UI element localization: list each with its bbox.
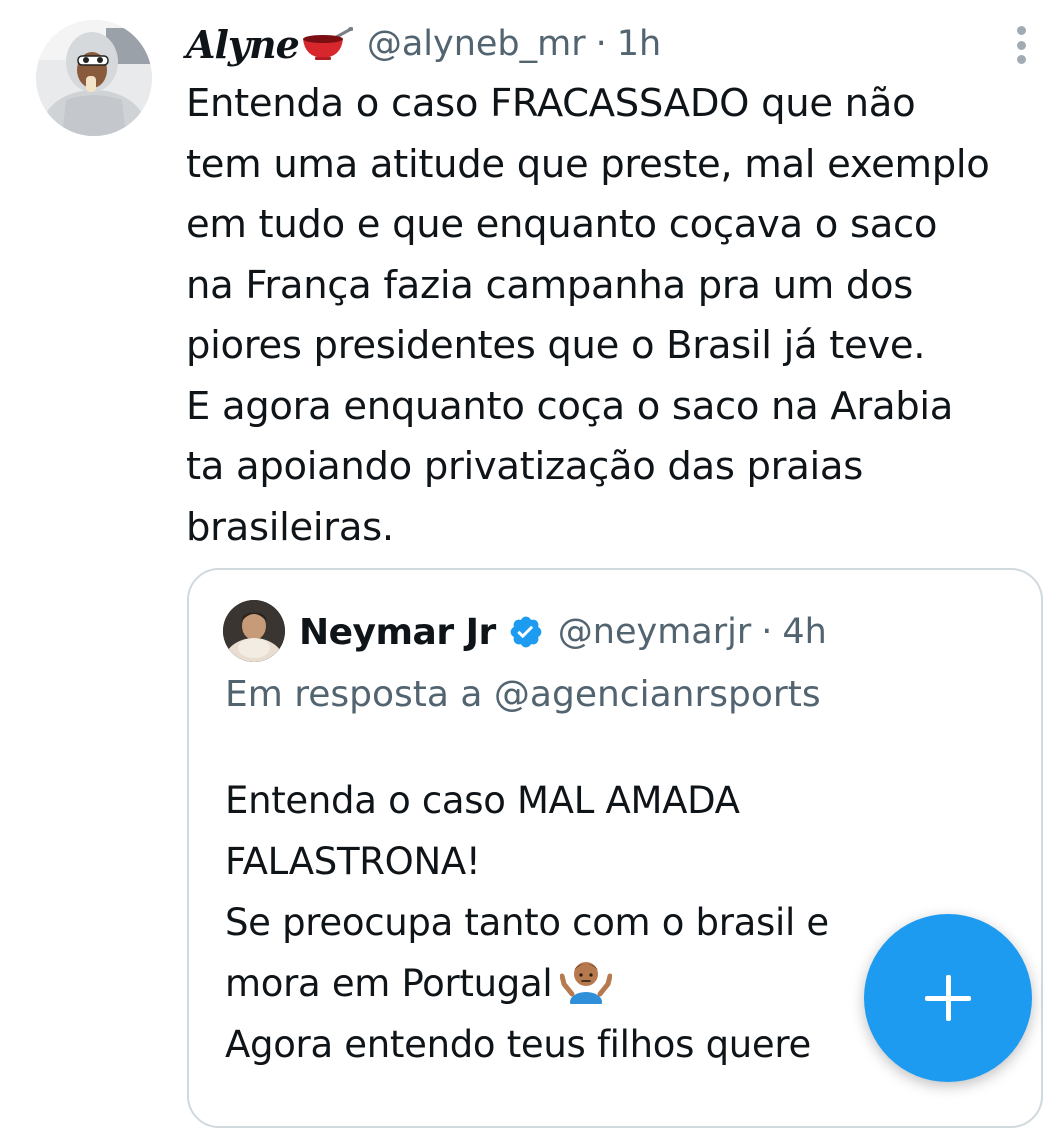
tweet-text-line: piores presidentes que o Brasil já teve.	[186, 323, 926, 368]
quoted-author-avatar	[223, 600, 285, 662]
quoted-text-line: FALASTRONA!	[225, 840, 481, 883]
quoted-author-display-name[interactable]: Neymar Jr	[299, 612, 496, 653]
red-bowl-icon	[301, 27, 354, 61]
tweet-header: Alyne @alyneb_mr · 1h	[186, 16, 661, 72]
tweet-text-line: ta apoiando privatização das praias	[186, 444, 863, 489]
tweet-text-line: Entenda o caso FRACASSADO que não	[186, 81, 916, 126]
quoted-tweet-timestamp[interactable]: 4h	[782, 612, 826, 652]
quoted-author-handle[interactable]: @neymarjr	[558, 612, 751, 652]
verified-badge-icon	[508, 614, 544, 650]
author-avatar[interactable]	[36, 20, 152, 136]
tweet-text-line: na França fazia campanha pra um dos	[186, 262, 913, 308]
vertical-dots-icon[interactable]	[1006, 22, 1036, 68]
tweet-timestamp[interactable]: 1h	[617, 24, 661, 64]
tweet-text-line: E agora enquanto coça o saco na Arabia	[186, 383, 954, 429]
plus-icon	[921, 971, 975, 1025]
tweet-text-line: tem uma atitude que preste, mal exemplo	[186, 141, 990, 187]
quoted-text-line: Entenda o caso MAL AMADA	[225, 779, 740, 822]
quoted-header-separator: ·	[761, 612, 773, 652]
author-handle[interactable]: @alyneb_mr	[367, 24, 586, 64]
tweet-body: Entenda o caso FRACASSADO que não tem um…	[186, 74, 1048, 558]
person-shrugging-icon	[559, 956, 613, 1012]
compose-tweet-button[interactable]	[864, 914, 1032, 1082]
tweet-text-line: brasileiras.	[186, 504, 394, 550]
header-separator: ·	[595, 24, 607, 64]
author-display-name[interactable]: Alyne	[186, 22, 300, 67]
reply-to-label[interactable]: Em resposta a @agencianrsports	[225, 674, 821, 715]
tweet-text-line: em tudo e que enquanto coçava o saco	[186, 202, 938, 247]
quoted-text-segment: mora em Portugal	[225, 962, 553, 1005]
quoted-tweet-header: Neymar Jr @neymarjr · 4h	[299, 602, 827, 662]
